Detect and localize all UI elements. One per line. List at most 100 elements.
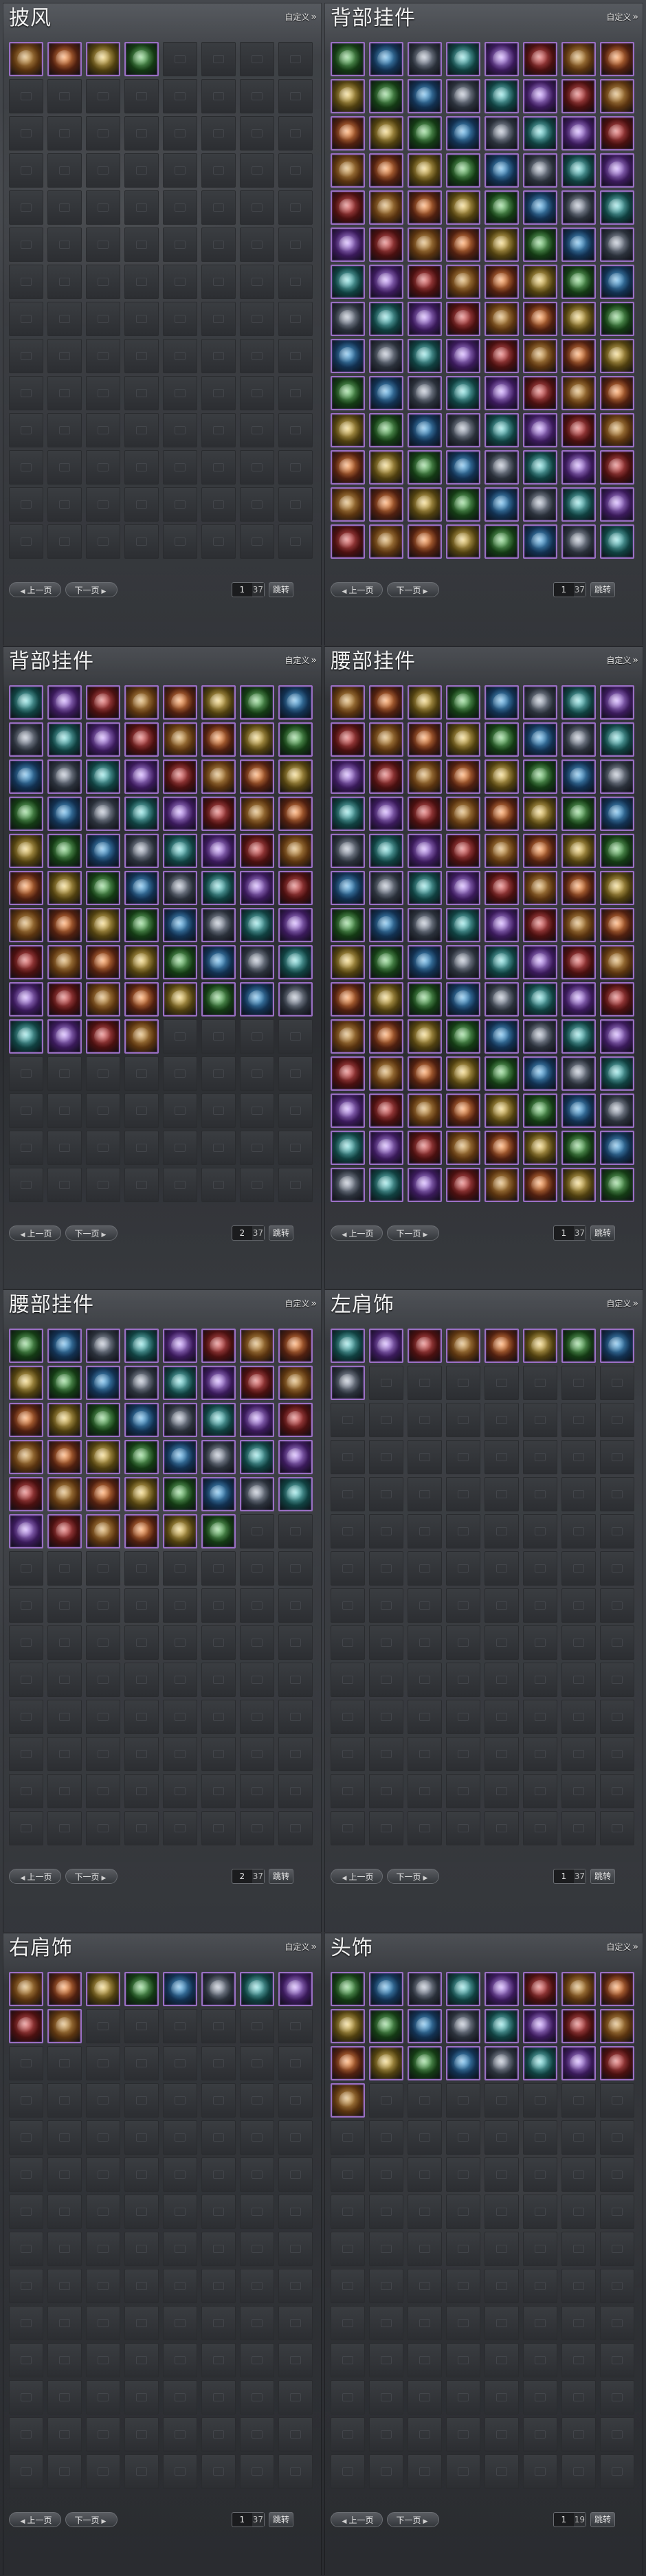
- item-slot[interactable]: [523, 759, 557, 794]
- item-slot[interactable]: [408, 1168, 442, 1202]
- item-slot[interactable]: [124, 685, 159, 720]
- item-slot[interactable]: [523, 1056, 557, 1091]
- item-slot[interactable]: [369, 982, 403, 1017]
- item-slot[interactable]: [331, 871, 365, 905]
- item-slot[interactable]: [523, 2009, 557, 2043]
- item-slot[interactable]: [408, 79, 442, 113]
- item-slot[interactable]: [86, 982, 120, 1017]
- item-slot[interactable]: [86, 722, 120, 757]
- item-slot[interactable]: [408, 834, 442, 868]
- item-slot[interactable]: [561, 265, 596, 299]
- next-page-button[interactable]: 下一页 ▶: [65, 582, 118, 597]
- item-slot[interactable]: [86, 1329, 120, 1363]
- item-slot[interactable]: [523, 2046, 557, 2080]
- item-slot[interactable]: [446, 2009, 480, 2043]
- item-slot[interactable]: [485, 413, 519, 447]
- item-slot[interactable]: [240, 797, 274, 831]
- item-slot[interactable]: [446, 190, 480, 225]
- item-slot[interactable]: [523, 413, 557, 447]
- item-slot[interactable]: [47, 1972, 82, 2006]
- item-slot[interactable]: [561, 487, 596, 522]
- item-slot[interactable]: [47, 2009, 82, 2043]
- item-slot[interactable]: [446, 1056, 480, 1091]
- item-slot[interactable]: [446, 722, 480, 757]
- item-slot[interactable]: [9, 834, 43, 868]
- item-slot[interactable]: [408, 153, 442, 188]
- prev-page-button[interactable]: ◀ 上一页: [331, 1225, 383, 1241]
- item-slot[interactable]: [163, 1514, 197, 1548]
- item-slot[interactable]: [86, 871, 120, 905]
- item-slot[interactable]: [600, 982, 634, 1017]
- item-slot[interactable]: [331, 982, 365, 1017]
- jump-button[interactable]: 跳转: [590, 1225, 615, 1241]
- item-slot[interactable]: [369, 153, 403, 188]
- item-slot[interactable]: [446, 1329, 480, 1363]
- jump-button[interactable]: 跳转: [269, 1869, 293, 1884]
- prev-page-button[interactable]: ◀ 上一页: [9, 582, 61, 597]
- item-slot[interactable]: [124, 797, 159, 831]
- jump-button[interactable]: 跳转: [590, 582, 615, 597]
- item-slot[interactable]: [523, 524, 557, 559]
- item-slot[interactable]: [369, 1093, 403, 1128]
- item-slot[interactable]: [561, 797, 596, 831]
- item-slot[interactable]: [331, 2046, 365, 2080]
- item-slot[interactable]: [561, 339, 596, 373]
- item-slot[interactable]: [86, 908, 120, 942]
- item-slot[interactable]: [408, 450, 442, 485]
- item-slot[interactable]: [86, 1366, 120, 1400]
- item-slot[interactable]: [600, 79, 634, 113]
- item-slot[interactable]: [600, 797, 634, 831]
- item-slot[interactable]: [369, 797, 403, 831]
- item-slot[interactable]: [408, 1019, 442, 1054]
- item-slot[interactable]: [278, 722, 313, 757]
- item-slot[interactable]: [47, 1477, 82, 1511]
- next-page-button[interactable]: 下一页 ▶: [387, 1869, 439, 1884]
- item-slot[interactable]: [408, 339, 442, 373]
- item-slot[interactable]: [9, 685, 43, 720]
- item-slot[interactable]: [523, 982, 557, 1017]
- item-slot[interactable]: [408, 982, 442, 1017]
- item-slot[interactable]: [124, 871, 159, 905]
- item-slot[interactable]: [485, 302, 519, 336]
- item-slot[interactable]: [523, 1329, 557, 1363]
- item-slot[interactable]: [369, 524, 403, 559]
- item-slot[interactable]: [47, 722, 82, 757]
- item-slot[interactable]: [331, 116, 365, 151]
- item-slot[interactable]: [485, 834, 519, 868]
- item-slot[interactable]: [446, 1972, 480, 2006]
- item-slot[interactable]: [561, 79, 596, 113]
- item-slot[interactable]: [485, 759, 519, 794]
- next-page-button[interactable]: 下一页 ▶: [65, 2512, 118, 2527]
- item-slot[interactable]: [47, 1366, 82, 1400]
- next-page-button[interactable]: 下一页 ▶: [65, 1869, 118, 1884]
- item-slot[interactable]: [485, 1168, 519, 1202]
- item-slot[interactable]: [446, 376, 480, 410]
- prev-page-button[interactable]: ◀ 上一页: [9, 2512, 61, 2527]
- item-slot[interactable]: [561, 982, 596, 1017]
- item-slot[interactable]: [408, 871, 442, 905]
- item-slot[interactable]: [408, 1972, 442, 2006]
- item-slot[interactable]: [446, 834, 480, 868]
- prev-page-button[interactable]: ◀ 上一页: [331, 2512, 383, 2527]
- item-slot[interactable]: [278, 834, 313, 868]
- item-slot[interactable]: [408, 1329, 442, 1363]
- item-slot[interactable]: [485, 153, 519, 188]
- item-slot[interactable]: [600, 685, 634, 720]
- item-slot[interactable]: [561, 116, 596, 151]
- item-slot[interactable]: [9, 797, 43, 831]
- item-slot[interactable]: [600, 1019, 634, 1054]
- item-slot[interactable]: [9, 1440, 43, 1474]
- item-slot[interactable]: [485, 1056, 519, 1091]
- item-slot[interactable]: [124, 1329, 159, 1363]
- item-slot[interactable]: [446, 871, 480, 905]
- item-slot[interactable]: [408, 302, 442, 336]
- item-slot[interactable]: [523, 42, 557, 76]
- item-slot[interactable]: [408, 487, 442, 522]
- item-slot[interactable]: [124, 1366, 159, 1400]
- item-slot[interactable]: [408, 685, 442, 720]
- item-slot[interactable]: [163, 871, 197, 905]
- item-slot[interactable]: [446, 413, 480, 447]
- item-slot[interactable]: [446, 524, 480, 559]
- item-slot[interactable]: [600, 1168, 634, 1202]
- item-slot[interactable]: [561, 834, 596, 868]
